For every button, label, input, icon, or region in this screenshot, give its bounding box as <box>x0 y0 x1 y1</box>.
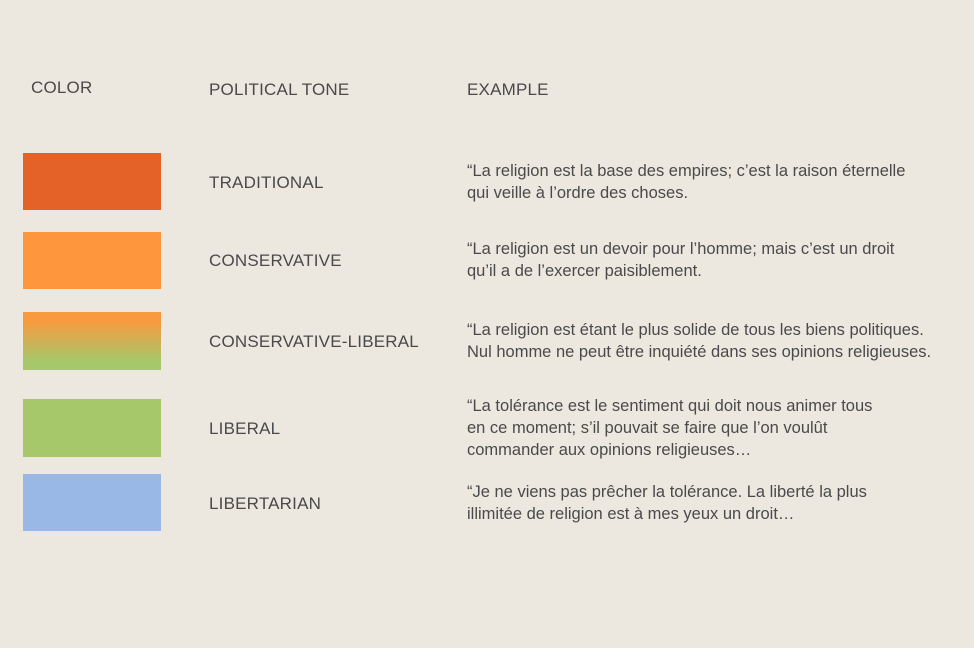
swatch-libertarian <box>23 474 161 531</box>
example-line: “La tolérance est le sentiment qui doit … <box>467 397 873 415</box>
tone-traditional: TRADITIONAL <box>209 173 324 192</box>
swatch-conservative-liberal <box>23 312 161 370</box>
example-conservative: “La religion est un devoir pour l’homme;… <box>467 238 894 282</box>
example-line: en ce moment; s’il pouvait se faire que … <box>467 419 828 437</box>
header-political-tone: POLITICAL TONE <box>209 80 350 99</box>
tone-liberal: LIBERAL <box>209 419 281 438</box>
example-libertarian: “Je ne viens pas prêcher la tolérance. L… <box>467 481 867 525</box>
header-color: COLOR <box>31 78 93 97</box>
example-line: qu’il a de l’exercer paisiblement. <box>467 262 702 280</box>
example-line: “La religion est un devoir pour l’homme;… <box>467 240 895 258</box>
tone-conservative-liberal: CONSERVATIVE-LIBERAL <box>209 332 419 351</box>
swatch-liberal <box>23 399 161 457</box>
tone-conservative: CONSERVATIVE <box>209 251 342 270</box>
example-line: qui veille à l’ordre des choses. <box>467 184 689 202</box>
example-line: Nul homme ne peut être inquiété dans ses… <box>467 343 932 361</box>
swatch-conservative <box>23 232 161 289</box>
example-line: illimitée de religion est à mes yeux un … <box>467 505 795 523</box>
example-conservative-liberal: “La religion est étant le plus solide de… <box>467 319 931 363</box>
example-traditional: “La religion est la base des empires; c’… <box>467 160 905 204</box>
swatch-traditional <box>23 153 161 210</box>
example-line: “La religion est étant le plus solide de… <box>467 321 924 339</box>
tone-libertarian: LIBERTARIAN <box>209 494 322 513</box>
example-line: “Je ne viens pas prêcher la tolérance. L… <box>467 483 867 501</box>
example-liberal: “La tolérance est le sentiment qui doit … <box>467 395 872 461</box>
header-example: EXAMPLE <box>467 80 549 99</box>
example-line: commander aux opinions religieuses… <box>467 441 752 459</box>
example-line: “La religion est la base des empires; c’… <box>467 162 906 180</box>
